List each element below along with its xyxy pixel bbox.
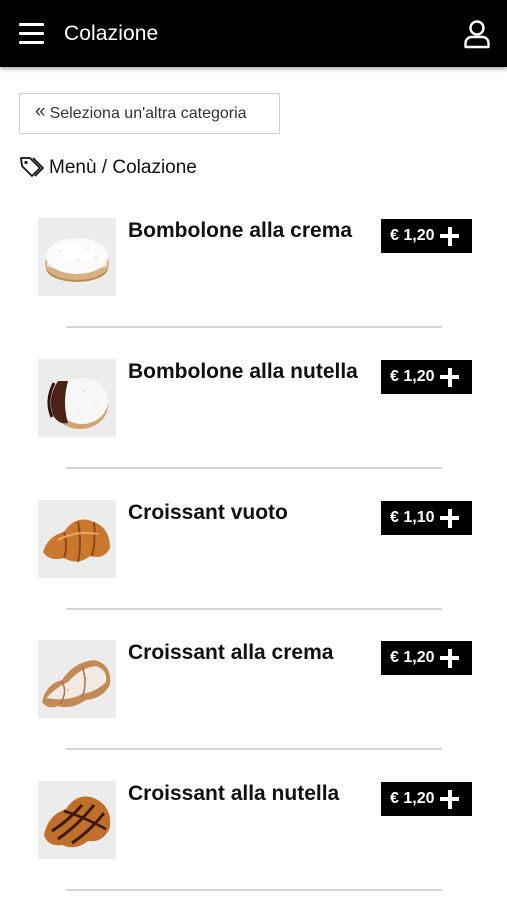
item-price: € 1,20 — [390, 227, 435, 244]
croissant-nutella-image[interactable] — [38, 781, 116, 859]
plus-icon — [440, 789, 460, 809]
item-name[interactable]: Bombolone alla crema — [128, 219, 352, 243]
plus-icon — [440, 648, 460, 668]
item-price: € 1,10 — [390, 509, 435, 526]
divider — [66, 608, 442, 610]
croissant-crema-image[interactable] — [38, 640, 116, 718]
tags-icon — [20, 157, 44, 177]
select-other-category-button[interactable]: « Seleziona un'altra categoria — [19, 93, 280, 134]
menu-item: Bombolone alla nutella € 1,20 — [0, 359, 507, 500]
croissant-vuoto-image[interactable] — [38, 500, 116, 578]
select-other-category-label: Seleziona un'altra categoria — [49, 104, 247, 122]
item-price: € 1,20 — [390, 649, 435, 666]
item-name[interactable]: Croissant alla nutella — [128, 782, 339, 806]
bombolone-nutella-image[interactable] — [38, 359, 116, 437]
item-name[interactable]: Bombolone alla nutella — [128, 360, 358, 384]
menu-item: Croissant alla nutella € 1,20 — [0, 781, 507, 900]
item-price: € 1,20 — [390, 368, 435, 385]
user-account-icon[interactable] — [463, 19, 491, 49]
plus-icon — [440, 367, 460, 387]
menu-item: Croissant vuoto € 1,10 — [0, 500, 507, 641]
menu-item: Bombolone alla crema € 1,20 — [0, 218, 507, 359]
breadcrumb: Menù / Colazione — [19, 154, 197, 182]
plus-icon — [440, 508, 460, 528]
top-app-bar: Colazione — [0, 0, 507, 67]
hamburger-menu-icon[interactable] — [19, 23, 44, 44]
add-to-cart-button[interactable]: € 1,20 — [381, 782, 472, 816]
divider — [66, 326, 442, 328]
breadcrumb-text: Menù / Colazione — [49, 157, 197, 178]
plus-icon — [440, 226, 460, 246]
item-name[interactable]: Croissant alla crema — [128, 641, 333, 665]
item-price: € 1,20 — [390, 790, 435, 807]
divider — [66, 748, 442, 750]
divider — [66, 467, 442, 469]
page-title: Colazione — [64, 22, 159, 45]
double-chevron-left-icon: « — [35, 101, 46, 122]
add-to-cart-button[interactable]: € 1,20 — [381, 360, 472, 394]
item-name[interactable]: Croissant vuoto — [128, 501, 288, 525]
add-to-cart-button[interactable]: € 1,10 — [381, 501, 472, 535]
add-to-cart-button[interactable]: € 1,20 — [381, 641, 472, 675]
menu-item: Croissant alla crema € 1,20 — [0, 640, 507, 781]
add-to-cart-button[interactable]: € 1,20 — [381, 219, 472, 253]
bombolone-crema-image[interactable] — [38, 218, 116, 296]
divider — [66, 889, 442, 891]
